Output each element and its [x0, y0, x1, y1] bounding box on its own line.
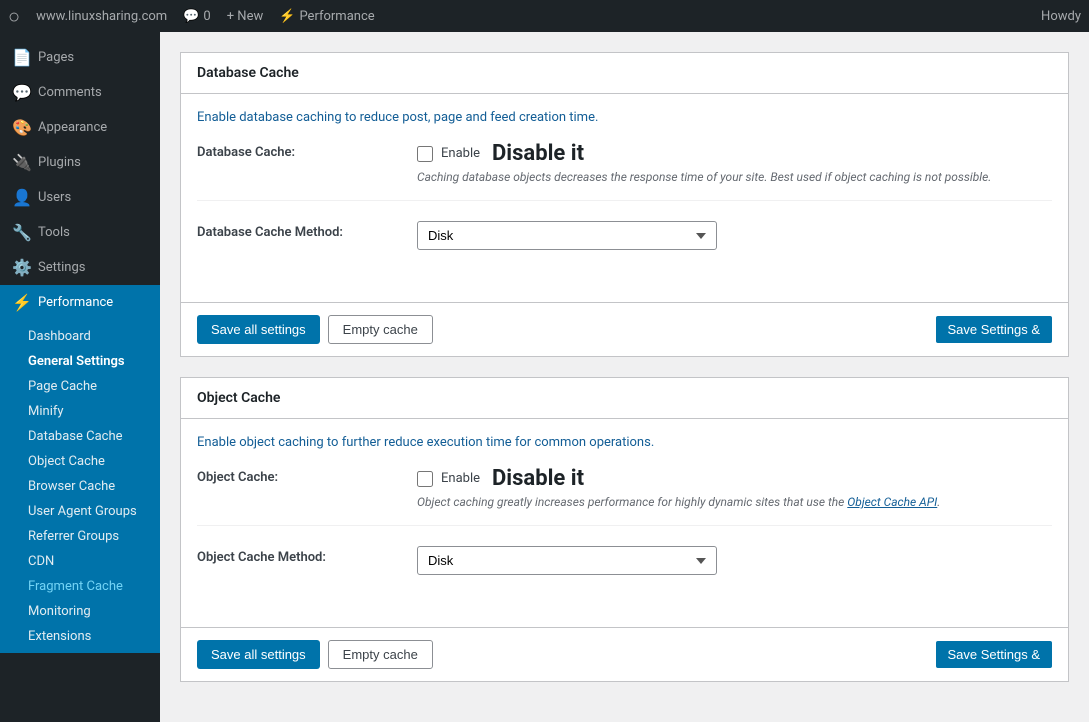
submenu-item-general-settings[interactable]: General Settings	[0, 349, 160, 374]
object-cache-enable-row: Object Cache: Enable Disable it Object c…	[197, 466, 1052, 526]
sidebar-item-performance[interactable]: ⚡ Performance	[0, 285, 160, 320]
object-cache-enable-label: Object Cache:	[197, 466, 417, 485]
object-cache-empty-button[interactable]: Empty cache	[328, 640, 433, 669]
sidebar-item-plugins-label: Plugins	[38, 155, 81, 170]
object-cache-header: Object Cache	[181, 378, 1068, 419]
object-cache-method-content: Disk Memcached Redis	[417, 546, 1052, 575]
submenu-item-monitoring[interactable]: Monitoring	[0, 599, 160, 624]
object-cache-method-row: Object Cache Method: Disk Memcached Redi…	[197, 546, 1052, 591]
object-cache-save-button[interactable]: Save all settings	[197, 640, 320, 669]
tools-icon: 🔧	[12, 223, 30, 242]
performance-submenu: Dashboard General Settings Page Cache Mi…	[0, 320, 160, 653]
database-cache-hint: Caching database objects decreases the r…	[417, 170, 1052, 184]
new-label: + New	[227, 9, 264, 24]
performance-bar-item[interactable]: ⚡ Performance	[279, 9, 374, 24]
settings-icon: ⚙️	[12, 258, 30, 277]
sidebar-item-comments[interactable]: 💬 Comments	[0, 75, 160, 110]
database-cache-save-settings-button[interactable]: Save Settings &	[936, 316, 1053, 343]
object-cache-actions: Save all settings Empty cache Save Setti…	[181, 627, 1068, 681]
object-cache-enable-content: Enable Disable it Object caching greatly…	[417, 466, 1052, 509]
database-cache-header: Database Cache	[181, 53, 1068, 94]
submenu-item-page-cache[interactable]: Page Cache	[0, 374, 160, 399]
performance-icon: ⚡	[279, 9, 295, 24]
site-url: www.linuxsharing.com	[36, 9, 167, 24]
database-cache-actions: Save all settings Empty cache Save Setti…	[181, 302, 1068, 356]
object-cache-save-settings-button[interactable]: Save Settings &	[936, 641, 1053, 668]
object-cache-hint: Object caching greatly increases perform…	[417, 495, 1052, 509]
submenu-item-browser-cache[interactable]: Browser Cache	[0, 474, 160, 499]
database-cache-enable-label: Database Cache:	[197, 141, 417, 160]
new-bar-item[interactable]: + New	[227, 9, 264, 24]
submenu-item-cdn[interactable]: CDN	[0, 549, 160, 574]
comments-icon: 💬	[12, 83, 30, 102]
database-cache-save-button[interactable]: Save all settings	[197, 315, 320, 344]
sidebar-item-appearance[interactable]: 🎨 Appearance	[0, 110, 160, 145]
users-icon: 👤	[12, 188, 30, 207]
object-cache-body: Enable object caching to further reduce …	[181, 419, 1068, 627]
submenu-item-minify[interactable]: Minify	[0, 399, 160, 424]
howdy-label: Howdy	[1041, 9, 1081, 24]
performance-menu-icon: ⚡	[12, 293, 30, 312]
database-cache-empty-button[interactable]: Empty cache	[328, 315, 433, 344]
database-cache-title: Database Cache	[197, 65, 1052, 81]
comments-bar-item[interactable]: 💬 0	[183, 9, 211, 24]
object-cache-info: Enable object caching to further reduce …	[197, 435, 1052, 450]
admin-bar: ○ www.linuxsharing.com 💬 0 + New ⚡ Perfo…	[0, 0, 1089, 32]
plugins-icon: 🔌	[12, 153, 30, 172]
sidebar-item-plugins[interactable]: 🔌 Plugins	[0, 145, 160, 180]
sidebar-item-users-label: Users	[38, 190, 71, 205]
database-cache-method-row: Database Cache Method: Disk Memcached Re…	[197, 221, 1052, 266]
submenu-item-dashboard[interactable]: Dashboard	[0, 324, 160, 349]
submenu-item-object-cache[interactable]: Object Cache	[0, 449, 160, 474]
database-cache-method-select[interactable]: Disk Memcached Redis	[417, 221, 717, 250]
object-cache-hint-text: Object caching greatly increases perform…	[417, 495, 847, 509]
pages-icon: 📄	[12, 48, 30, 67]
comments-count: 0	[203, 9, 210, 24]
submenu-item-extensions[interactable]: Extensions	[0, 624, 160, 649]
site-name[interactable]: www.linuxsharing.com	[36, 9, 167, 24]
object-cache-api-link[interactable]: Object Cache API	[847, 495, 937, 509]
object-cache-title: Object Cache	[197, 390, 1052, 406]
submenu-item-referrer-groups[interactable]: Referrer Groups	[0, 524, 160, 549]
database-cache-info: Enable database caching to reduce post, …	[197, 110, 1052, 125]
object-cache-checkbox[interactable]	[417, 471, 433, 487]
object-cache-method-select[interactable]: Disk Memcached Redis	[417, 546, 717, 575]
sidebar-item-tools-label: Tools	[38, 225, 70, 240]
sidebar-item-tools[interactable]: 🔧 Tools	[0, 215, 160, 250]
database-cache-method-label: Database Cache Method:	[197, 221, 417, 240]
submenu-item-fragment-cache[interactable]: Fragment Cache	[0, 574, 160, 599]
object-cache-disable-label: Disable it	[492, 466, 584, 491]
database-cache-enable-text[interactable]: Enable	[441, 146, 480, 161]
sidebar-item-pages[interactable]: 📄 Pages	[0, 40, 160, 75]
database-cache-method-content: Disk Memcached Redis	[417, 221, 1052, 250]
sidebar-item-comments-label: Comments	[38, 85, 102, 100]
sidebar: 📄 Pages 💬 Comments 🎨 Appearance 🔌 Plugin…	[0, 32, 160, 722]
submenu-item-database-cache[interactable]: Database Cache	[0, 424, 160, 449]
object-cache-hint-suffix: .	[937, 495, 940, 509]
object-cache-enable-text[interactable]: Enable	[441, 471, 480, 486]
submenu-item-user-agent-groups[interactable]: User Agent Groups	[0, 499, 160, 524]
sidebar-item-users[interactable]: 👤 Users	[0, 180, 160, 215]
database-cache-section: Database Cache Enable database caching t…	[180, 52, 1069, 357]
wp-logo-icon[interactable]: ○	[8, 4, 20, 29]
database-cache-enable-content: Enable Disable it Caching database objec…	[417, 141, 1052, 184]
object-cache-method-label: Object Cache Method:	[197, 546, 417, 565]
sidebar-item-pages-label: Pages	[38, 50, 74, 65]
main-content: Database Cache Enable database caching t…	[160, 32, 1089, 722]
sidebar-item-settings[interactable]: ⚙️ Settings	[0, 250, 160, 285]
database-cache-body: Enable database caching to reduce post, …	[181, 94, 1068, 302]
sidebar-item-settings-label: Settings	[38, 260, 85, 275]
database-cache-disable-label: Disable it	[492, 141, 584, 166]
database-cache-enable-row: Database Cache: Enable Disable it Cachin…	[197, 141, 1052, 201]
performance-bar-label: Performance	[299, 9, 374, 24]
database-cache-checkbox[interactable]	[417, 146, 433, 162]
comment-icon: 💬	[183, 9, 199, 24]
appearance-icon: 🎨	[12, 118, 30, 137]
object-cache-section: Object Cache Enable object caching to fu…	[180, 377, 1069, 682]
sidebar-item-performance-label: Performance	[38, 295, 113, 310]
sidebar-item-appearance-label: Appearance	[38, 120, 107, 135]
